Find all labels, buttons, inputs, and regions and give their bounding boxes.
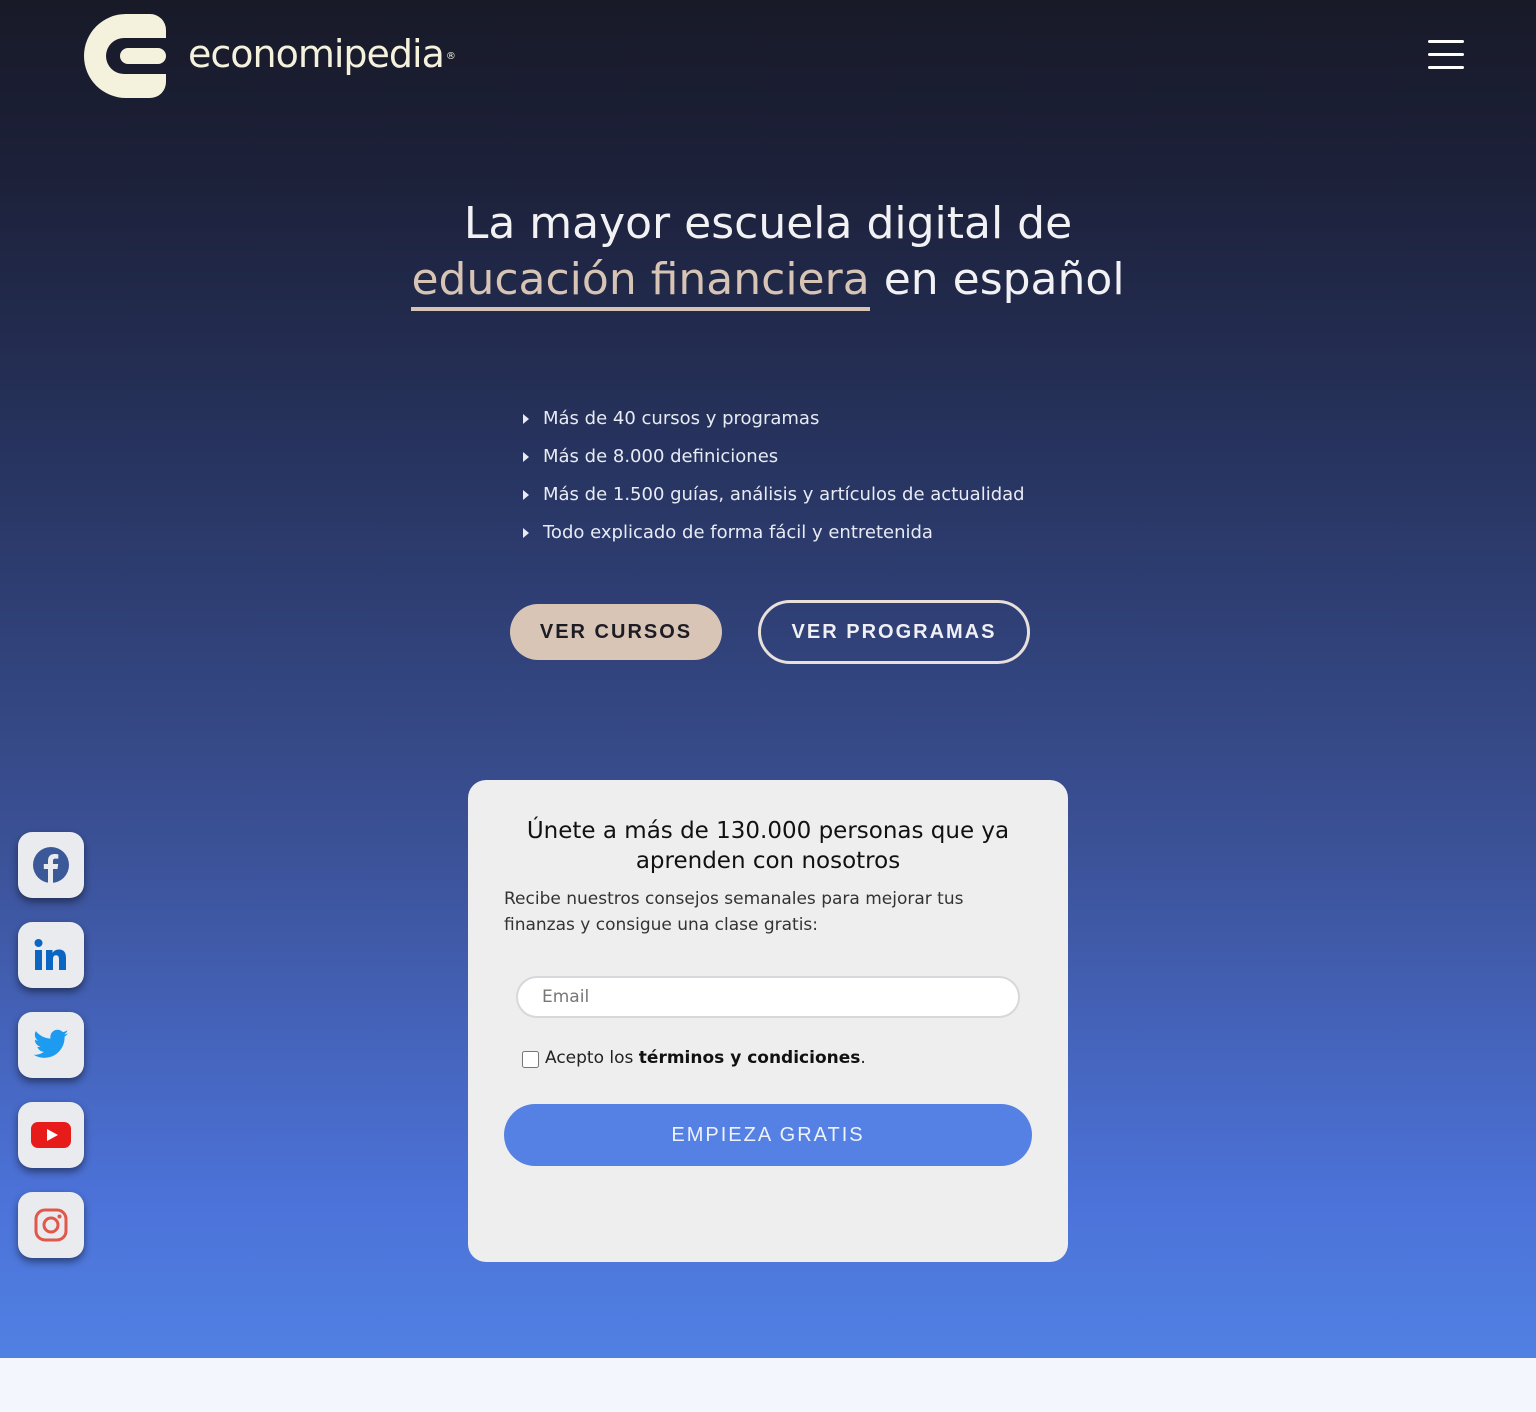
terms-link[interactable]: términos y condiciones bbox=[639, 1048, 861, 1068]
headline-tail: en español bbox=[883, 254, 1125, 305]
menu-bar-icon bbox=[1428, 53, 1464, 56]
feature-list: Más de 40 cursos y programas Más de 8.00… bbox=[520, 400, 1025, 552]
facebook-icon bbox=[33, 847, 69, 883]
twitter-button[interactable] bbox=[18, 1012, 84, 1078]
site-logo[interactable]: economipedia ® bbox=[84, 14, 456, 98]
logo-mark-icon bbox=[84, 14, 166, 98]
youtube-icon bbox=[31, 1122, 71, 1148]
signup-subtitle: Recibe nuestros consejos semanales para … bbox=[504, 889, 964, 935]
feature-item: Más de 1.500 guías, análisis y artículos… bbox=[520, 476, 1025, 514]
instagram-button[interactable] bbox=[18, 1192, 84, 1258]
feature-text: Todo explicado de forma fácil y entreten… bbox=[543, 522, 933, 543]
caret-right-icon bbox=[523, 490, 529, 500]
twitter-icon bbox=[33, 1029, 69, 1058]
terms-suffix: . bbox=[860, 1048, 866, 1068]
view-programs-button[interactable]: VER PROGRAMAS bbox=[758, 600, 1030, 664]
caret-right-icon bbox=[523, 452, 529, 462]
logo-registered-mark: ® bbox=[445, 50, 456, 62]
email-input[interactable] bbox=[516, 976, 1020, 1018]
signup-card: Únete a más de 130.000 personas que ya a… bbox=[468, 780, 1068, 1262]
facebook-button[interactable] bbox=[18, 832, 84, 898]
linkedin-icon bbox=[34, 939, 66, 970]
menu-bar-icon bbox=[1428, 40, 1464, 43]
terms-row: Acepto los términos y condiciones. bbox=[522, 1048, 866, 1068]
view-courses-button[interactable]: VER CURSOS bbox=[510, 604, 722, 660]
feature-item: Más de 8.000 definiciones bbox=[520, 438, 1025, 476]
signup-title: Únete a más de 130.000 personas que ya a… bbox=[526, 818, 1010, 874]
menu-bar-icon bbox=[1428, 66, 1464, 69]
youtube-button[interactable] bbox=[18, 1102, 84, 1168]
hero-section: economipedia ® La mayor escuela digital … bbox=[0, 0, 1536, 1358]
feature-text: Más de 1.500 guías, análisis y artículos… bbox=[543, 484, 1025, 505]
caret-right-icon bbox=[523, 414, 529, 424]
page-below-hero bbox=[0, 1358, 1536, 1412]
feature-text: Más de 8.000 definiciones bbox=[543, 446, 779, 467]
caret-right-icon bbox=[523, 528, 529, 538]
headline-line1: La mayor escuela digital de bbox=[463, 198, 1073, 249]
instagram-icon bbox=[34, 1208, 68, 1242]
hero-headline: La mayor escuela digital de educación fi… bbox=[368, 196, 1168, 311]
feature-item: Todo explicado de forma fácil y entreten… bbox=[520, 514, 1025, 552]
logo-text: economipedia bbox=[188, 32, 445, 76]
hamburger-menu-button[interactable] bbox=[1428, 40, 1464, 72]
feature-item: Más de 40 cursos y programas bbox=[520, 400, 1025, 438]
start-free-button[interactable]: EMPIEZA GRATIS bbox=[504, 1104, 1032, 1166]
terms-checkbox[interactable] bbox=[522, 1051, 539, 1068]
headline-accent: educación financiera bbox=[411, 254, 870, 311]
linkedin-button[interactable] bbox=[18, 922, 84, 988]
terms-prefix: Acepto los bbox=[545, 1048, 634, 1068]
feature-text: Más de 40 cursos y programas bbox=[543, 408, 820, 429]
